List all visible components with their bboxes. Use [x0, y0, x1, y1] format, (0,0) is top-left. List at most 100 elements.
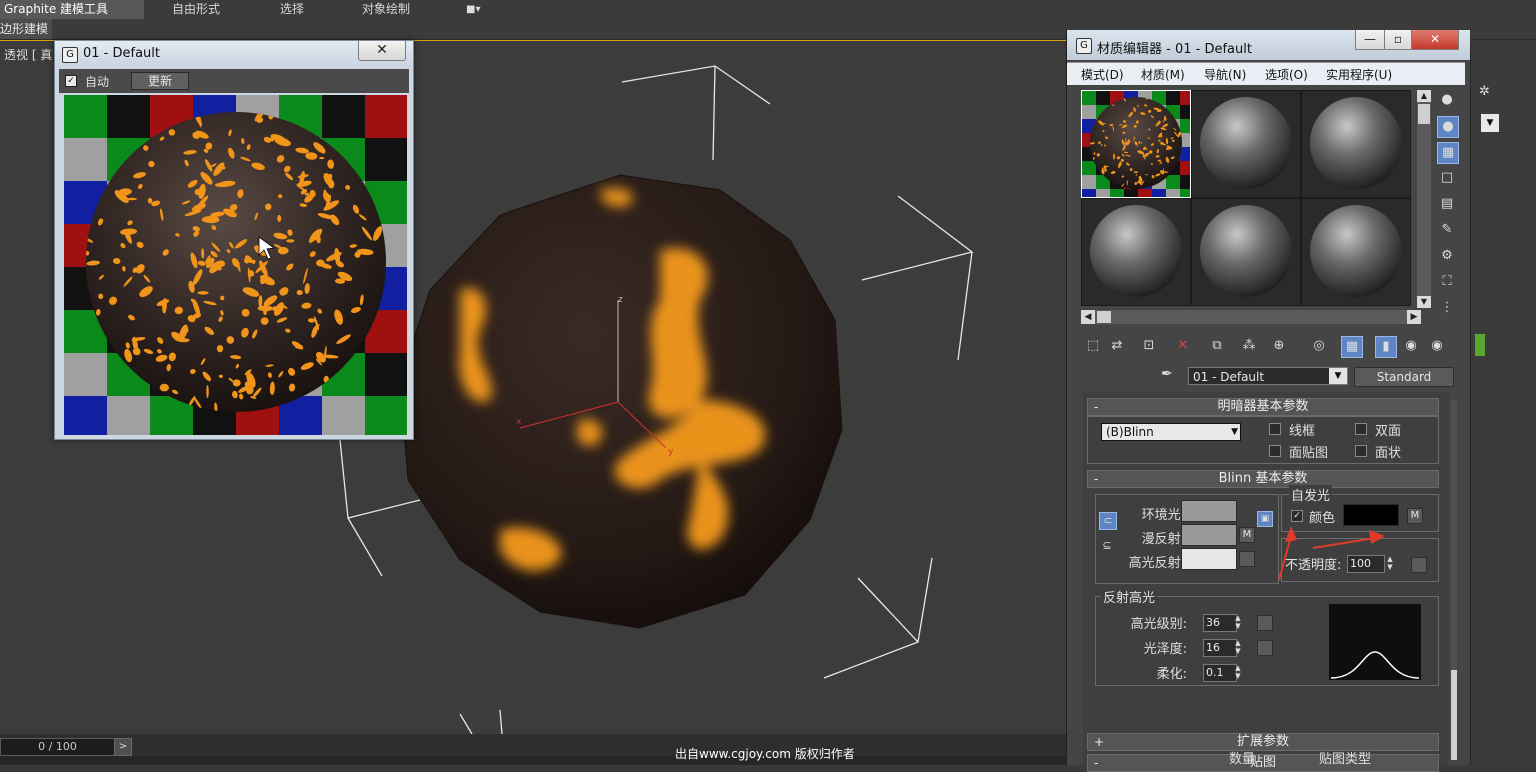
viewport-label[interactable]: 透视 [ 真 [4, 46, 52, 63]
put-to-scene-icon[interactable]: ⇄ [1107, 336, 1127, 356]
ribbon-tab-freeform[interactable]: 自由形式 [172, 0, 220, 19]
soften-input[interactable]: 0.1 [1203, 664, 1237, 682]
face-map-label: 面贴图 [1289, 446, 1329, 461]
lock-ambient-diffuse-icon[interactable]: ⊂ [1099, 512, 1117, 530]
material-type-button[interactable]: Standard [1354, 367, 1454, 387]
select-by-material-icon[interactable]: ⛶ [1437, 272, 1457, 292]
menu-navigation[interactable]: 导航(N) [1204, 66, 1246, 83]
gear-icon[interactable]: ✲ [1479, 84, 1490, 99]
sample-slot-1[interactable] [1081, 90, 1191, 198]
faceted-checkbox[interactable] [1355, 445, 1367, 457]
blinn-rollout-header[interactable]: - Blinn 基本参数 [1087, 470, 1439, 488]
glossiness-map-button[interactable] [1257, 640, 1273, 656]
rollout-scrollbar[interactable] [1451, 400, 1457, 760]
menu-options[interactable]: 选项(O) [1265, 66, 1308, 83]
menu-mode[interactable]: 模式(D) [1081, 66, 1124, 83]
assign-to-selection-icon[interactable]: ⊡ [1139, 336, 1159, 356]
diffuse-map-button[interactable]: M [1239, 527, 1255, 543]
rollout-scroll-thumb[interactable] [1451, 670, 1457, 760]
video-color-check-icon[interactable]: ▤ [1437, 194, 1457, 214]
show-end-result-icon[interactable]: ▮ [1375, 336, 1397, 358]
preview-toolbar: ✓ 自动 更新 [59, 69, 409, 93]
specular-level-spinner-icon[interactable]: ▲ ▼ [1233, 614, 1243, 630]
scroll-left-arrow-icon[interactable]: ◀ [1081, 310, 1095, 324]
slots-vertical-scrollbar[interactable]: ▲ ▼ [1417, 90, 1431, 308]
backlight-icon[interactable]: ● [1437, 116, 1459, 138]
sample-slot-5[interactable] [1191, 198, 1301, 306]
get-material-icon[interactable]: ⬚ [1083, 336, 1103, 356]
maps-rollout-header[interactable]: - 贴图 [1087, 754, 1439, 772]
scroll-right-arrow-icon[interactable]: ▶ [1407, 310, 1421, 324]
go-forward-sibling-icon[interactable]: ◉ [1427, 336, 1447, 356]
hscroll-thumb[interactable] [1097, 311, 1111, 323]
slots-horizontal-scrollbar[interactable]: ◀ ▶ [1081, 310, 1421, 324]
glossiness-input[interactable]: 16 [1203, 639, 1237, 657]
pick-material-eyedropper-icon[interactable]: ✒ [1161, 366, 1173, 382]
face-map-checkbox[interactable] [1269, 445, 1281, 457]
chevron-down-icon[interactable]: ▼ [1481, 114, 1499, 132]
copy-material-icon[interactable]: ⧉ [1207, 336, 1227, 356]
track-bar[interactable] [0, 756, 1066, 765]
two-sided-checkbox[interactable] [1355, 423, 1367, 435]
options-icon[interactable]: ⚙ [1437, 246, 1457, 266]
make-unique-icon[interactable]: ⁂ [1239, 336, 1259, 356]
shader-rollout-header[interactable]: - 明暗器基本参数 [1087, 398, 1439, 416]
scroll-up-arrow-icon[interactable]: ▲ [1417, 90, 1431, 102]
lava-sphere[interactable] [399, 174, 843, 629]
ribbon-subtab-polygon-modeling[interactable]: 边形建模 [0, 19, 53, 39]
show-map-in-viewport-icon[interactable]: ▦ [1341, 336, 1363, 358]
time-next-button[interactable]: > [114, 738, 132, 756]
minimize-button[interactable]: — [1355, 30, 1385, 50]
preview-render[interactable] [64, 95, 407, 435]
go-to-parent-icon[interactable]: ◉ [1401, 336, 1421, 356]
sample-type-icon[interactable]: ● [1437, 90, 1457, 110]
ribbon-tab-selection[interactable]: 选择 [280, 0, 304, 19]
material-map-navigator-icon[interactable]: ⋮ [1437, 298, 1457, 318]
sample-slot-6[interactable] [1301, 198, 1411, 306]
scroll-thumb[interactable] [1418, 104, 1430, 124]
scroll-down-arrow-icon[interactable]: ▼ [1417, 296, 1431, 308]
auto-update-checkbox[interactable]: ✓ [65, 75, 77, 87]
soften-spinner-icon[interactable]: ▲ ▼ [1233, 664, 1243, 680]
sample-uv-tiling-icon[interactable]: □ [1437, 168, 1457, 188]
material-editor-title-bar[interactable]: G 材质编辑器 - 01 - Default — ▫ ✕ [1067, 30, 1470, 60]
material-id-channel-icon[interactable]: ◎ [1309, 336, 1329, 356]
shader-type-select[interactable]: (B)Blinn ▼ [1101, 423, 1241, 441]
update-button[interactable]: 更新 [131, 72, 189, 90]
make-preview-icon[interactable]: ✎ [1437, 220, 1457, 240]
menu-material[interactable]: 材质(M) [1141, 66, 1185, 83]
put-to-library-icon[interactable]: ⊕ [1269, 336, 1289, 356]
reset-map-icon[interactable]: ✕ [1173, 336, 1193, 356]
specular-level-input[interactable]: 36 [1203, 614, 1237, 632]
menu-utilities[interactable]: 实用程序(U) [1326, 66, 1392, 83]
sample-slot-4[interactable] [1081, 198, 1191, 306]
wire-checkbox[interactable] [1269, 423, 1281, 435]
extended-rollout-header[interactable]: + 扩展参数 [1087, 733, 1439, 751]
material-name-field[interactable]: 01 - Default ▼ [1188, 367, 1348, 385]
app-logo-icon: G [62, 47, 78, 63]
watermark-text: 出自www.cgjoy.com 版权归作者 [675, 747, 855, 761]
specular-color-swatch[interactable] [1181, 548, 1237, 570]
ribbon-options-icon[interactable]: ■▾ [466, 0, 492, 19]
color-swatch[interactable] [1475, 334, 1485, 356]
material-preview-window: G 01 - Default ✕ ✓ 自动 更新 [54, 40, 414, 440]
preview-close-button[interactable]: ✕ [358, 41, 406, 61]
diffuse-color-swatch[interactable] [1181, 524, 1237, 546]
specular-map-button[interactable] [1239, 551, 1255, 567]
time-slider[interactable]: 0 / 100 [0, 738, 115, 756]
maximize-button[interactable]: ▫ [1384, 30, 1412, 50]
sample-slot-2[interactable] [1191, 90, 1301, 198]
ambient-color-swatch[interactable] [1181, 500, 1237, 522]
ribbon-tab-object-paint[interactable]: 对象绘制 [362, 0, 410, 19]
sample-slot-3[interactable] [1301, 90, 1411, 198]
glossiness-spinner-icon[interactable]: ▲ ▼ [1233, 639, 1243, 655]
ribbon-tab-graphite[interactable]: Graphite 建模工具 [0, 0, 144, 19]
background-checker-icon[interactable]: ▦ [1437, 142, 1459, 164]
preview-title-bar[interactable]: G 01 - Default ✕ [55, 41, 413, 67]
opacity-map-button[interactable] [1411, 557, 1427, 573]
lock-icon[interactable]: ▣ [1257, 511, 1273, 527]
specular-level-map-button[interactable] [1257, 615, 1273, 631]
close-button[interactable]: ✕ [1411, 30, 1459, 50]
chevron-down-icon[interactable]: ▼ [1329, 368, 1347, 384]
self-illum-map-button[interactable]: M [1407, 508, 1423, 524]
